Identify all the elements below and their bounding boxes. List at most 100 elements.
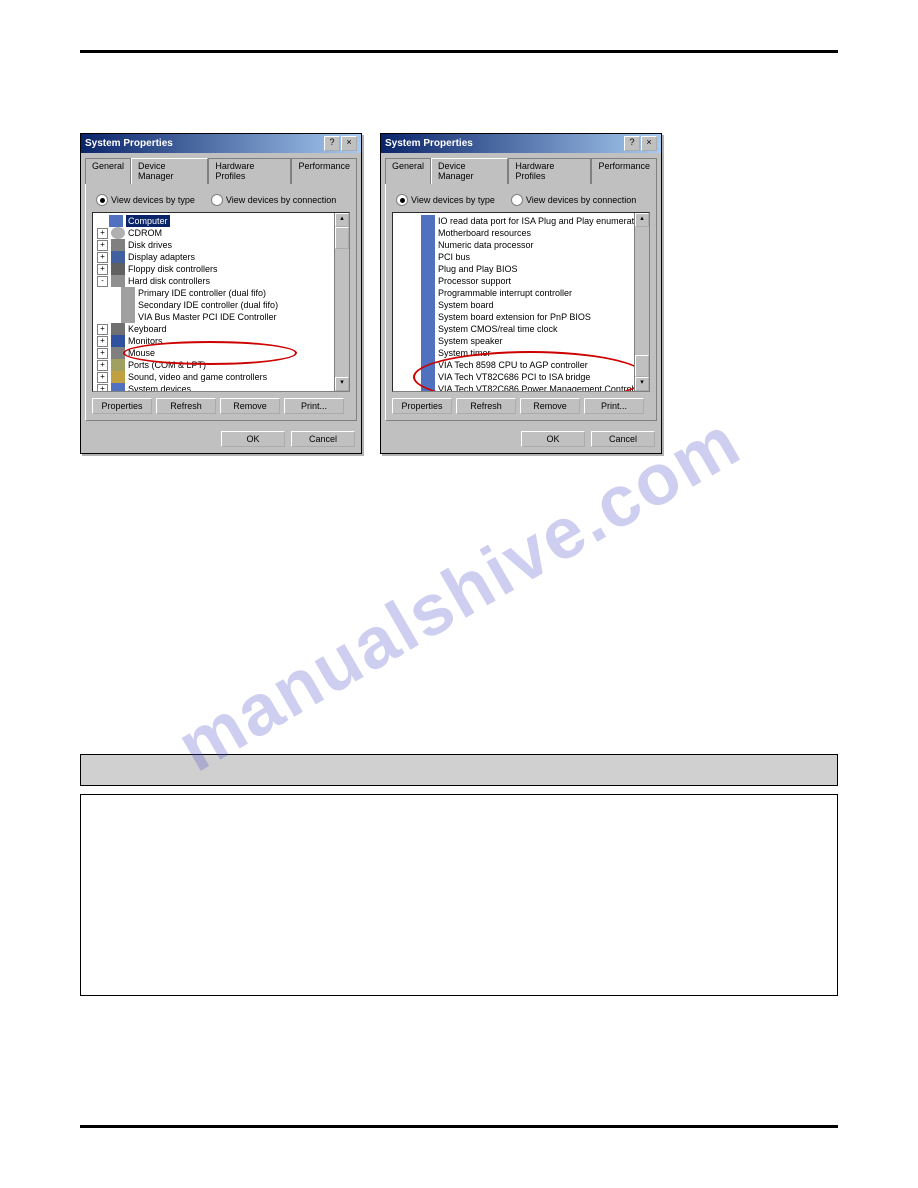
scroll-thumb[interactable] [335, 227, 349, 249]
tree-item[interactable]: Processor support [395, 275, 633, 287]
tree-item[interactable]: System board extension for PnP BIOS [395, 311, 633, 323]
expand-icon[interactable]: + [97, 228, 108, 239]
expand-icon[interactable]: - [97, 276, 108, 287]
tab-general[interactable]: General [385, 158, 431, 184]
tree-item[interactable]: VIA Tech VT82C686 Power Management Contr… [395, 383, 633, 392]
expand-icon[interactable]: + [97, 336, 108, 347]
tree-item[interactable]: + Disk drives [95, 239, 333, 251]
computer-icon [109, 215, 123, 227]
remove-button[interactable]: Remove [520, 398, 580, 414]
tree-item[interactable]: VIA Tech VT82C686 PCI to ISA bridge [395, 371, 633, 383]
bottom-rule [80, 1125, 838, 1128]
tree-item[interactable]: Plug and Play BIOS [395, 263, 633, 275]
hdd-icon [111, 275, 125, 287]
tab-performance[interactable]: Performance [591, 158, 657, 184]
tree-item[interactable]: IO read data port for ISA Plug and Play … [395, 215, 633, 227]
ok-button[interactable]: OK [221, 431, 285, 447]
tree-item[interactable]: +Display adapters [95, 251, 333, 263]
vertical-scrollbar[interactable]: ▴ ▾ [634, 213, 649, 391]
tree-item[interactable]: +Sound, video and game controllers [95, 371, 333, 383]
help-button[interactable]: ? [624, 136, 640, 151]
radio-by-type[interactable]: View devices by type [396, 194, 495, 206]
tree-item[interactable]: Programmable interrupt controller [395, 287, 633, 299]
sound-icon [111, 371, 125, 383]
tree-item[interactable]: +Mouse [95, 347, 333, 359]
device-tree[interactable]: Computer+CDROM+Disk drives+Display adapt… [92, 212, 350, 392]
ok-button[interactable]: OK [521, 431, 585, 447]
tree-item[interactable]: - Hard disk controllers [95, 275, 333, 287]
expand-icon[interactable]: + [97, 240, 108, 251]
cancel-button[interactable]: Cancel [591, 431, 655, 447]
tree-item[interactable]: + Keyboard [95, 323, 333, 335]
scroll-thumb[interactable] [635, 355, 649, 377]
dialog-footer: OK Cancel [81, 425, 361, 453]
radio-by-type[interactable]: View devices by type [96, 194, 195, 206]
radio-by-connection[interactable]: View devices by connection [511, 194, 636, 206]
scroll-up-icon[interactable]: ▴ [335, 213, 349, 227]
tree-item[interactable]: Secondary IDE controller (dual fifo) [95, 299, 333, 311]
tree-item[interactable]: +Floppy disk controllers [95, 263, 333, 275]
tree-item-label: System timer [438, 347, 491, 359]
help-button[interactable]: ? [324, 136, 340, 151]
tree-item-label: Disk drives [128, 239, 172, 251]
tab-device-manager[interactable]: Device Manager [131, 158, 208, 184]
vertical-scrollbar[interactable]: ▴ ▾ [334, 213, 349, 391]
window-title: System Properties [85, 138, 323, 149]
close-button[interactable]: × [341, 136, 357, 151]
expand-icon[interactable]: + [97, 360, 108, 371]
tree-item[interactable]: Numeric data processor [395, 239, 633, 251]
tree-item-label: Hard disk controllers [128, 275, 210, 287]
tree-item[interactable]: +CDROM [95, 227, 333, 239]
scroll-down-icon[interactable]: ▾ [635, 377, 649, 391]
tree-item[interactable]: Motherboard resources [395, 227, 633, 239]
properties-button[interactable]: Properties [392, 398, 452, 414]
ide-icon [121, 311, 135, 323]
tree-item[interactable]: VIA Tech 8598 CPU to AGP controller [395, 359, 633, 371]
expand-icon[interactable]: + [97, 324, 108, 335]
expand-icon[interactable]: + [97, 264, 108, 275]
tree-item[interactable]: System CMOS/real time clock [395, 323, 633, 335]
tab-device-manager[interactable]: Device Manager [431, 158, 508, 184]
tree-item[interactable]: System board [395, 299, 633, 311]
close-button[interactable]: × [641, 136, 657, 151]
scroll-up-icon[interactable]: ▴ [635, 213, 649, 227]
tree-item[interactable]: Primary IDE controller (dual fifo) [95, 287, 333, 299]
expand-icon[interactable]: + [97, 372, 108, 383]
tree-item[interactable]: System speaker [395, 335, 633, 347]
device-tree[interactable]: IO read data port for ISA Plug and Play … [392, 212, 650, 392]
tab-hardware-profiles[interactable]: Hardware Profiles [508, 158, 591, 184]
titlebar[interactable]: System Properties ? × [381, 134, 661, 153]
refresh-button[interactable]: Refresh [156, 398, 216, 414]
remove-button[interactable]: Remove [220, 398, 280, 414]
expand-icon[interactable]: + [97, 252, 108, 263]
watermark: manualshive.com [164, 400, 754, 788]
tree-item[interactable]: PCI bus [395, 251, 633, 263]
tree-item-label: System board [438, 299, 494, 311]
tab-hardware-profiles[interactable]: Hardware Profiles [208, 158, 291, 184]
titlebar[interactable]: System Properties ? × [81, 134, 361, 153]
sysdev-icon [111, 383, 125, 392]
tree-item[interactable]: VIA Bus Master PCI IDE Controller [95, 311, 333, 323]
tree-item-label: System CMOS/real time clock [438, 323, 558, 335]
tree-item[interactable]: +Ports (COM & LPT) [95, 359, 333, 371]
tree-item[interactable]: +Monitors [95, 335, 333, 347]
properties-button[interactable]: Properties [92, 398, 152, 414]
tree-item[interactable]: Computer [95, 215, 333, 227]
cancel-button[interactable]: Cancel [291, 431, 355, 447]
cdrom-icon [111, 227, 125, 239]
disk-icon [111, 239, 125, 251]
expand-icon[interactable]: + [97, 348, 108, 359]
tree-item-label: Keyboard [128, 323, 167, 335]
scroll-down-icon[interactable]: ▾ [335, 377, 349, 391]
tree-item[interactable]: +System devices [95, 383, 333, 392]
ide-icon [121, 299, 135, 311]
print-button[interactable]: Print... [584, 398, 644, 414]
radio-by-connection[interactable]: View devices by connection [211, 194, 336, 206]
expand-icon[interactable]: + [97, 384, 108, 393]
refresh-button[interactable]: Refresh [456, 398, 516, 414]
tree-item[interactable]: System timer [395, 347, 633, 359]
tab-general[interactable]: General [85, 158, 131, 184]
print-button[interactable]: Print... [284, 398, 344, 414]
tab-performance[interactable]: Performance [291, 158, 357, 184]
white-box [80, 794, 838, 996]
